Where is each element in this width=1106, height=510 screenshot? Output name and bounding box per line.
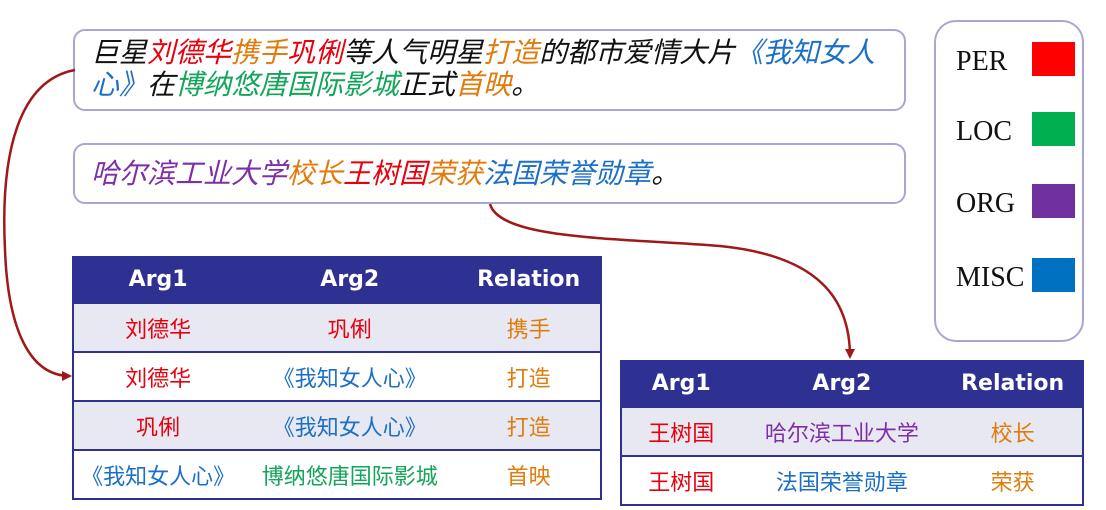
arrow-layer xyxy=(3,68,855,381)
arrow-sentence1-to-table1 xyxy=(3,68,76,381)
arrow-sentence2-to-table2 xyxy=(488,203,855,359)
